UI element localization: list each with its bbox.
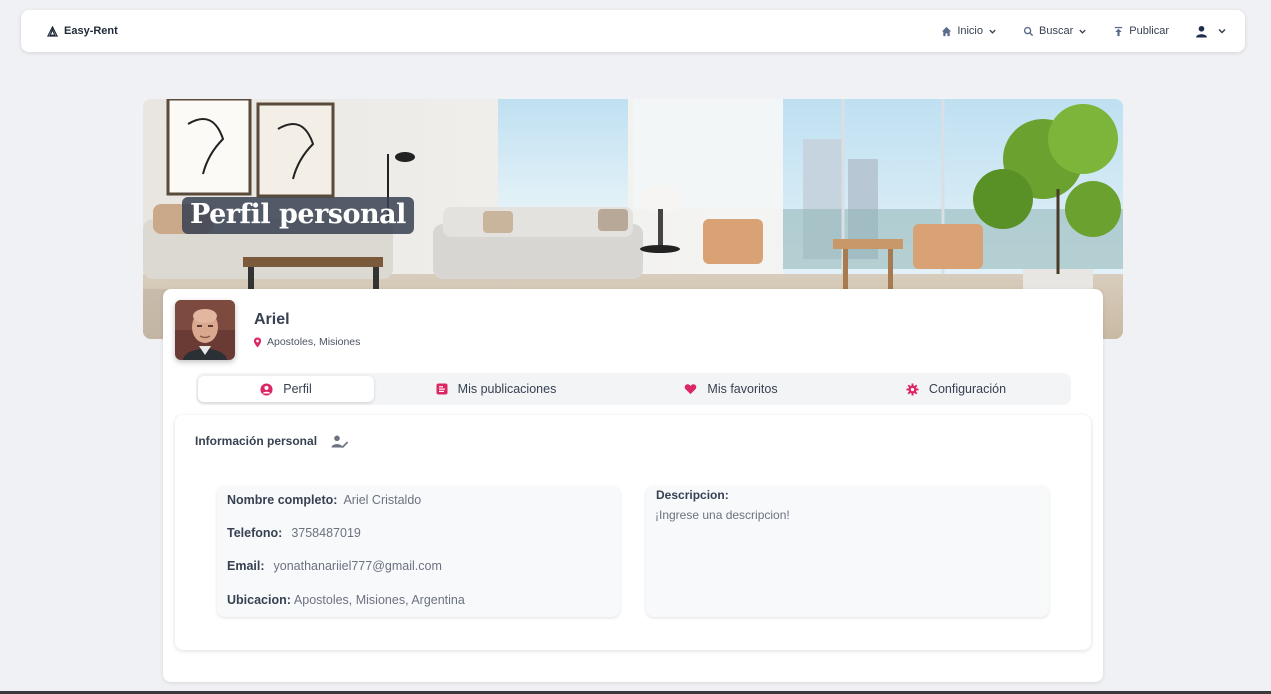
personal-info-title: Información personal: [195, 434, 318, 448]
nav-buscar-label: Buscar: [1039, 25, 1074, 37]
brand-logo[interactable]: Easy-Rent: [47, 25, 118, 37]
field-nombre-value: Ariel Cristaldo: [343, 493, 422, 507]
user-location-label: Apostoles, Misiones: [267, 336, 361, 348]
tab-mis-publicaciones-label: Mis publicaciones: [457, 382, 557, 396]
tab-mis-favoritos-label: Mis favoritos: [707, 382, 778, 396]
heart-icon: [685, 384, 697, 395]
tab-perfil-label: Perfil: [283, 382, 312, 396]
description-panel[interactable]: [646, 486, 1049, 617]
tab-mis-favoritos[interactable]: Mis favoritos: [676, 376, 786, 402]
nav-inicio[interactable]: Inicio: [941, 25, 997, 37]
document-icon: [436, 383, 448, 395]
nav-publicar-label: Publicar: [1129, 25, 1169, 37]
field-telefono: Telefono: 3758487019: [227, 526, 361, 540]
tab-perfil[interactable]: Perfil: [198, 376, 374, 402]
field-email: Email: yonathanariiel777@gmail.com: [227, 559, 442, 573]
nav-inicio-label: Inicio: [957, 25, 983, 37]
logo-icon: [47, 25, 58, 37]
gear-icon: [906, 382, 919, 396]
field-email-label: Email:: [227, 559, 265, 573]
nav-buscar[interactable]: Buscar: [1023, 25, 1087, 37]
user-menu[interactable]: [1195, 25, 1227, 38]
chevron-down-icon: [1218, 28, 1226, 34]
tab-mis-publicaciones[interactable]: Mis publicaciones: [426, 376, 566, 402]
tab-configuracion[interactable]: Configuración: [896, 376, 1016, 402]
top-navbar: Easy-Rent Inicio Buscar Publicar: [21, 10, 1245, 52]
user-location: Apostoles, Misiones: [253, 336, 360, 348]
profile-tabs: Perfil Mis publicaciones Mis favoritos C…: [196, 373, 1071, 405]
user-icon: [1196, 25, 1207, 37]
avatar[interactable]: [175, 300, 235, 360]
user-circle-icon: [260, 382, 273, 396]
field-ubicacion-value: Apostoles, Misiones, Argentina: [293, 593, 465, 607]
chevron-down-icon: [1079, 29, 1086, 34]
description-placeholder[interactable]: ¡Ingrese una descripcion!: [655, 508, 790, 522]
home-icon: [942, 26, 952, 36]
nav-publicar[interactable]: Publicar: [1113, 25, 1169, 37]
upload-icon: [1115, 26, 1123, 36]
user-name: Ariel: [254, 311, 290, 328]
field-nombre: Nombre completo: Ariel Cristaldo: [227, 493, 421, 507]
field-telefono-label: Telefono:: [227, 526, 283, 540]
field-email-value: yonathanariiel777@gmail.com: [273, 559, 442, 573]
avatar-photo: [175, 300, 235, 360]
page-title: Perfil personal: [182, 197, 414, 234]
chevron-down-icon: [989, 29, 996, 34]
search-icon: [1023, 26, 1034, 36]
description-label: Descripcion:: [656, 488, 729, 502]
field-nombre-label: Nombre completo:: [227, 493, 338, 507]
map-pin-icon: [253, 337, 262, 347]
field-ubicacion: Ubicacion: Apostoles, Misiones, Argentina: [227, 593, 465, 607]
personal-info-heading: Información personal: [195, 434, 349, 448]
field-telefono-value: 3758487019: [291, 526, 361, 540]
brand-name: Easy-Rent: [64, 25, 118, 37]
tab-configuracion-label: Configuración: [928, 382, 1007, 396]
field-ubicacion-label: Ubicacion:: [227, 593, 291, 607]
user-edit-icon[interactable]: [331, 435, 349, 448]
